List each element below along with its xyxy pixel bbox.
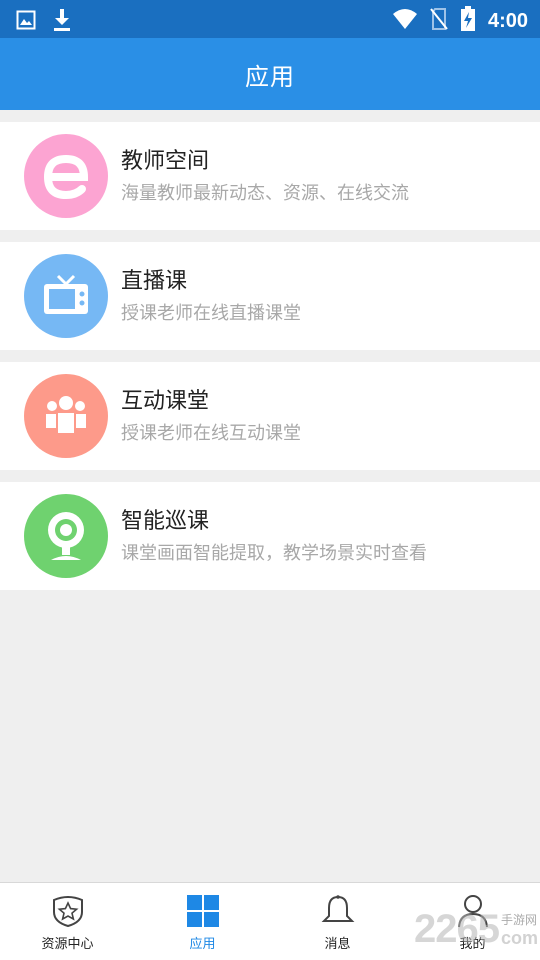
app-item-teacher-space[interactable]: 教师空间 海量教师最新动态、资源、在线交流 bbox=[0, 122, 540, 230]
battery-charging-icon bbox=[460, 6, 476, 36]
app-name: 智能巡课 bbox=[121, 509, 210, 534]
tab-messages[interactable]: 消息 bbox=[270, 883, 405, 960]
app-desc: 授课老师在线互动课堂 bbox=[121, 423, 301, 444]
bell-icon bbox=[320, 893, 356, 929]
app-item-live-class[interactable]: 直播课 授课老师在线直播课堂 bbox=[0, 242, 540, 350]
tab-label: 资源中心 bbox=[41, 937, 94, 952]
download-icon bbox=[52, 8, 72, 36]
shield-star-icon bbox=[50, 893, 86, 929]
webcam-icon bbox=[24, 494, 108, 578]
app-desc: 海量教师最新动态、资源、在线交流 bbox=[121, 183, 409, 204]
letter-e-icon bbox=[24, 134, 108, 218]
watermark-domain: com bbox=[500, 927, 538, 948]
watermark-number: 2265 bbox=[414, 907, 500, 951]
watermark: 2265 手游网 com bbox=[414, 907, 538, 952]
tab-label: 应用 bbox=[189, 937, 216, 952]
image-icon bbox=[16, 10, 36, 34]
app-item-smart-patrol[interactable]: 智能巡课 课堂画面智能提取，教学场景实时查看 bbox=[0, 482, 540, 590]
app-list: 教师空间 海量教师最新动态、资源、在线交流 直播课 授课老师在线直播课堂 互动课… bbox=[0, 122, 540, 602]
app-name: 互动课堂 bbox=[121, 389, 210, 414]
app-name: 教师空间 bbox=[121, 149, 210, 174]
app-desc: 课堂画面智能提取，教学场景实时查看 bbox=[121, 543, 427, 564]
app-item-interactive-class[interactable]: 互动课堂 授课老师在线互动课堂 bbox=[0, 362, 540, 470]
wifi-icon bbox=[392, 8, 418, 34]
grid-icon bbox=[185, 893, 221, 929]
tv-icon bbox=[24, 254, 108, 338]
no-sim-icon bbox=[430, 7, 448, 35]
page-title: 应用 bbox=[245, 62, 295, 91]
app-desc: 授课老师在线直播课堂 bbox=[121, 303, 301, 324]
app-header: 应用 bbox=[0, 38, 540, 110]
watermark-cn: 手游网 bbox=[500, 912, 537, 927]
group-icon bbox=[24, 374, 108, 458]
status-time: 4:00 bbox=[487, 9, 528, 32]
tab-label: 消息 bbox=[324, 937, 351, 952]
status-bar: 4:00 bbox=[0, 0, 540, 38]
tab-apps[interactable]: 应用 bbox=[135, 883, 270, 960]
tab-resource-center[interactable]: 资源中心 bbox=[0, 883, 135, 960]
app-name: 直播课 bbox=[121, 269, 188, 294]
